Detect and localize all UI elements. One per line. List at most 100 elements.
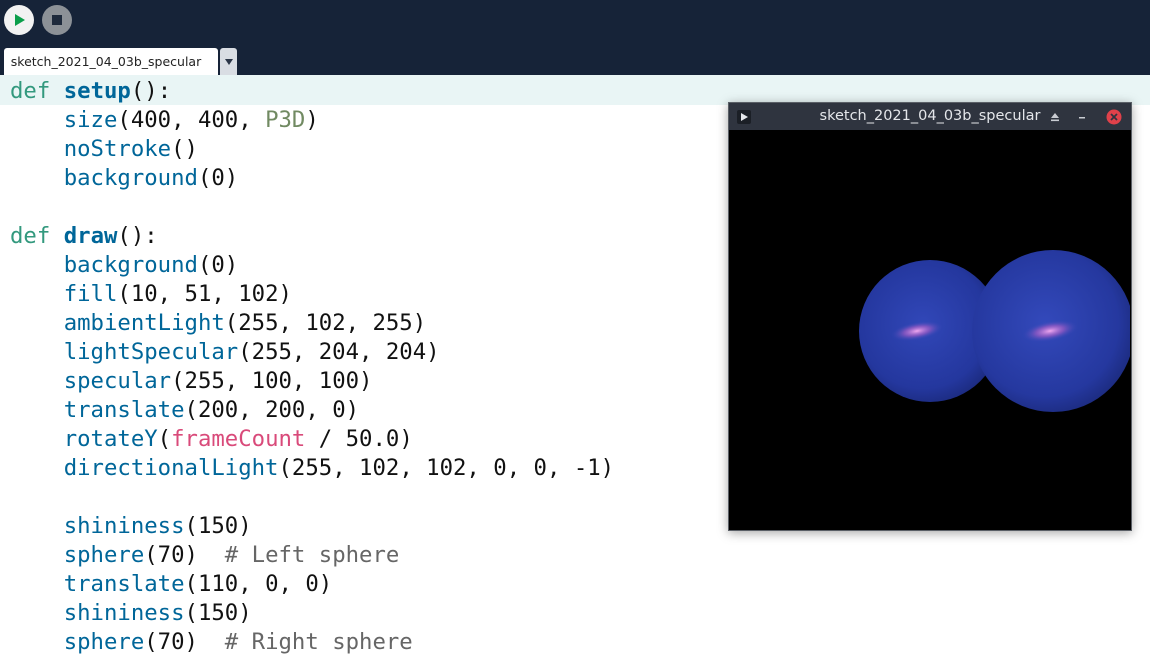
code-line[interactable]: translate(110, 0, 0) xyxy=(10,570,333,599)
code-token: def xyxy=(10,223,51,249)
code-token: background xyxy=(63,165,198,191)
code-token: (150) xyxy=(184,600,252,626)
code-line[interactable]: ambientLight(255, 102, 255) xyxy=(10,309,426,338)
minimize-icon xyxy=(1079,117,1085,119)
code-line[interactable]: background(0) xyxy=(10,251,239,280)
code-token: ) xyxy=(305,107,319,133)
code-token: (255, 100, 100) xyxy=(171,368,373,394)
sketch-render xyxy=(730,131,1130,530)
code-token: (150) xyxy=(184,513,252,539)
code-token: shininess xyxy=(63,513,185,539)
code-line[interactable]: def setup(): xyxy=(10,77,171,106)
code-token: size xyxy=(63,107,118,133)
play-icon xyxy=(15,14,25,26)
code-token: (70) xyxy=(144,542,225,568)
code-token: rotateY xyxy=(63,426,158,452)
code-token: (255, 204, 204) xyxy=(238,339,440,365)
code-token: / 50.0) xyxy=(305,426,413,452)
code-token: lightSpecular xyxy=(63,339,239,365)
sketch-canvas[interactable] xyxy=(730,131,1130,530)
code-token: (): xyxy=(130,78,172,104)
code-token: (255, 102, 255) xyxy=(224,310,427,336)
code-token: specular xyxy=(63,368,172,394)
code-token: (70) xyxy=(144,629,225,655)
eject-icon xyxy=(1051,113,1059,122)
run-button[interactable] xyxy=(4,5,34,35)
sketch-titlebar[interactable]: sketch_2021_04_03b_specular xyxy=(729,103,1131,130)
code-token: # Left sphere xyxy=(224,542,400,568)
code-token: shininess xyxy=(63,600,185,626)
code-line[interactable]: fill(10, 51, 102) xyxy=(10,280,292,309)
eject-button[interactable] xyxy=(1047,109,1063,125)
code-line[interactable]: noStroke() xyxy=(10,135,198,164)
code-line[interactable]: background(0) xyxy=(10,164,239,193)
code-token: translate xyxy=(63,397,185,423)
code-line[interactable]: shininess(150) xyxy=(10,512,252,541)
close-button[interactable] xyxy=(1106,109,1122,125)
code-line[interactable]: size(400, 400, P3D) xyxy=(10,106,319,135)
code-line[interactable]: lightSpecular(255, 204, 204) xyxy=(10,338,440,367)
code-token: (255, 102, 102, 0, 0, -1) xyxy=(278,455,615,481)
toolbar xyxy=(0,0,1150,48)
code-token: sphere xyxy=(63,542,145,568)
code-token: (200, 200, 0) xyxy=(184,397,360,423)
sketch-window[interactable]: sketch_2021_04_03b_specular xyxy=(728,102,1132,531)
code-token: (0) xyxy=(197,165,239,191)
code-token: # Right sphere xyxy=(224,629,413,655)
code-token: (): xyxy=(117,223,158,249)
code-line[interactable]: sphere(70) # Left sphere xyxy=(10,541,400,570)
code-line[interactable]: def draw(): xyxy=(10,222,158,251)
current-line-highlight xyxy=(0,75,1150,105)
processing-icon xyxy=(737,110,751,124)
code-token: def xyxy=(10,78,51,104)
code-token: (0) xyxy=(197,252,239,278)
code-line[interactable]: directionalLight(255, 102, 102, 0, 0, -1… xyxy=(10,454,614,483)
stop-icon xyxy=(52,15,62,25)
tab-sketch[interactable]: sketch_2021_04_03b_specular xyxy=(4,48,218,75)
code-token: translate xyxy=(63,571,185,597)
code-line[interactable]: rotateY(frameCount / 50.0) xyxy=(10,425,413,454)
code-token: ( xyxy=(157,426,172,452)
code-token: draw xyxy=(63,223,118,249)
stop-button[interactable] xyxy=(42,5,72,35)
code-token: ambientLight xyxy=(63,310,225,336)
code-token: setup xyxy=(63,78,131,104)
code-token: frameCount xyxy=(171,426,306,452)
code-token: sphere xyxy=(63,629,145,655)
chevron-down-icon xyxy=(224,58,233,65)
code-token: fill xyxy=(63,281,118,307)
code-line[interactable]: translate(200, 200, 0) xyxy=(10,396,359,425)
code-line[interactable]: sphere(70) # Right sphere xyxy=(10,628,413,657)
minimize-button[interactable] xyxy=(1074,109,1090,125)
tab-bar: sketch_2021_04_03b_specular xyxy=(0,48,1150,75)
tab-menu-button[interactable] xyxy=(220,48,237,75)
close-icon xyxy=(1106,109,1122,125)
code-line[interactable]: shininess(150) xyxy=(10,599,252,628)
code-token: (110, 0, 0) xyxy=(184,571,333,597)
code-line[interactable]: specular(255, 100, 100) xyxy=(10,367,373,396)
code-token: () xyxy=(171,136,198,162)
code-token: (10, 51, 102) xyxy=(117,281,292,307)
code-token: P3D xyxy=(265,107,306,133)
code-token: directionalLight xyxy=(63,455,279,481)
code-token: (400, 400, xyxy=(117,107,266,133)
code-token: background xyxy=(63,252,198,278)
processing-ide: sketch_2021_04_03b_specular def setup():… xyxy=(0,0,1150,666)
